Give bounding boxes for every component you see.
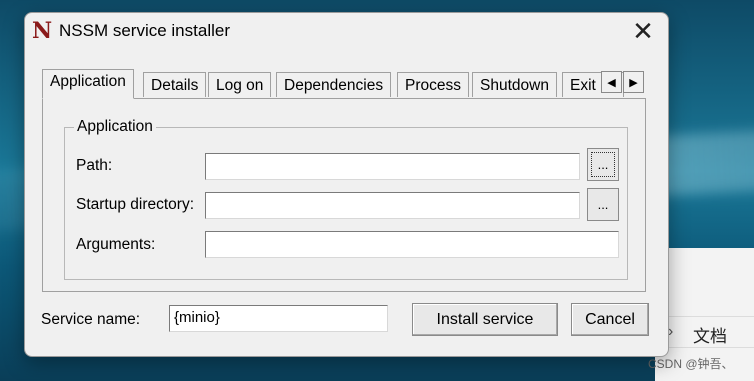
service-name-label: Service name: xyxy=(41,311,141,328)
path-browse-button[interactable]: ... xyxy=(587,148,619,181)
tab-scroll-right-icon[interactable]: ▶ xyxy=(623,71,644,93)
arguments-input[interactable] xyxy=(205,231,619,258)
group-label: Application xyxy=(74,118,156,136)
watermark: CSDN @钟吾、 xyxy=(648,357,734,371)
startup-directory-label: Startup directory: xyxy=(76,196,195,213)
path-input[interactable] xyxy=(205,153,580,180)
cancel-button[interactable]: Cancel xyxy=(571,303,649,336)
startup-directory-input[interactable] xyxy=(205,192,580,219)
tab-application[interactable]: Application xyxy=(42,69,134,99)
tab-dependencies[interactable]: Dependencies xyxy=(276,72,392,97)
service-name-input[interactable]: {minio} xyxy=(169,305,388,332)
install-service-button[interactable]: Install service xyxy=(412,303,558,336)
tab-details[interactable]: Details xyxy=(143,72,207,97)
close-button[interactable]: ✕ xyxy=(623,15,663,47)
startup-directory-browse-button[interactable]: ... xyxy=(587,188,619,221)
window-title: NSSM service installer xyxy=(59,21,230,40)
path-label: Path: xyxy=(76,157,113,174)
title-bar[interactable]: N NSSM service installer ✕ xyxy=(25,13,668,49)
tab-strip: Application Details Log on Dependencies … xyxy=(42,69,646,99)
explorer-item-documents[interactable]: 文档 xyxy=(693,322,727,347)
nssm-logo-icon: N xyxy=(32,18,53,44)
tab-scroll-left-icon[interactable]: ◀ xyxy=(601,71,622,93)
arguments-label: Arguments: xyxy=(76,236,156,253)
application-tab-page: Application Path: ... Startup directory:… xyxy=(42,98,646,292)
tab-log-on[interactable]: Log on xyxy=(208,72,272,97)
tab-shutdown[interactable]: Shutdown xyxy=(472,72,557,97)
tab-process[interactable]: Process xyxy=(397,72,469,97)
nssm-dialog: N NSSM service installer ✕ Application D… xyxy=(24,12,669,357)
